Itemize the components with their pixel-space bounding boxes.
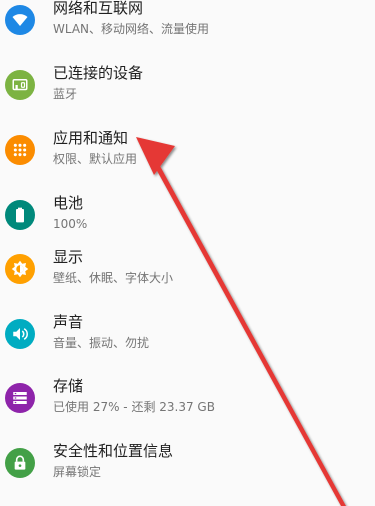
settings-item-title: 声音 bbox=[53, 313, 84, 331]
wifi-icon bbox=[5, 5, 35, 35]
settings-item-subtitle: 权限、默认应用 bbox=[53, 152, 138, 166]
settings-item-title: 显示 bbox=[53, 248, 84, 266]
settings-item-title: 安全性和位置信息 bbox=[53, 442, 174, 460]
lock-icon bbox=[5, 448, 35, 478]
settings-item-title: 已连接的设备 bbox=[53, 64, 144, 82]
settings-item-connected-devices[interactable]: 已连接的设备 蓝牙 bbox=[0, 53, 375, 117]
battery-icon bbox=[5, 200, 35, 230]
settings-item-title: 网络和互联网 bbox=[53, 0, 144, 17]
settings-item-display[interactable]: 显示 壁纸、休眠、字体大小 bbox=[0, 237, 375, 301]
settings-item-subtitle: 音量、振动、勿扰 bbox=[53, 336, 150, 350]
settings-item-subtitle: WLAN、移动网络、流量使用 bbox=[53, 22, 210, 36]
settings-item-storage[interactable]: 存储 已使用 27% - 还剩 23.37 GB bbox=[0, 366, 375, 430]
settings-item-title: 应用和通知 bbox=[53, 129, 129, 147]
connected-devices-icon bbox=[5, 70, 35, 100]
settings-item-subtitle: 100% bbox=[53, 217, 88, 231]
settings-item-subtitle: 已使用 27% - 还剩 23.37 GB bbox=[53, 400, 215, 414]
settings-item-network[interactable]: 网络和互联网 WLAN、移动网络、流量使用 bbox=[0, 0, 375, 52]
apps-grid-icon bbox=[5, 135, 35, 165]
storage-icon bbox=[5, 383, 35, 413]
settings-item-title: 存储 bbox=[53, 377, 84, 395]
settings-item-sound[interactable]: 声音 音量、振动、勿扰 bbox=[0, 302, 375, 366]
settings-item-security-location[interactable]: 安全性和位置信息 屏幕锁定 bbox=[0, 431, 375, 495]
volume-icon bbox=[5, 319, 35, 349]
brightness-icon bbox=[5, 254, 35, 284]
settings-item-title: 电池 bbox=[53, 194, 84, 212]
settings-item-subtitle: 壁纸、休眠、字体大小 bbox=[53, 271, 174, 285]
settings-item-subtitle: 屏幕锁定 bbox=[53, 465, 102, 479]
settings-item-subtitle: 蓝牙 bbox=[53, 87, 78, 101]
settings-item-apps-notifications[interactable]: 应用和通知 权限、默认应用 bbox=[0, 118, 375, 182]
